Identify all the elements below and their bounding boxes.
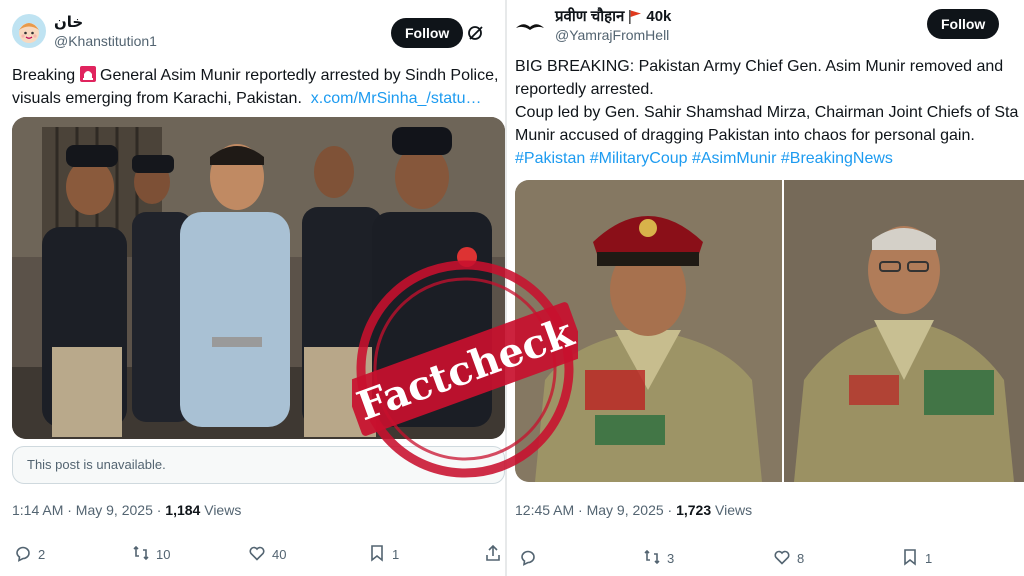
action-bar: 3 8 1 [519,548,1014,570]
repost-button[interactable]: 10 [132,544,170,565]
reply-icon [14,544,32,565]
display-name[interactable]: प्रवीण चौहान [555,8,624,26]
reply-button[interactable]: 2 [14,544,45,565]
follow-button[interactable]: Follow [391,18,464,48]
tweet-meta: 12:45 AM · May 9, 2025 · 1,723 Views [515,502,752,518]
bookmark-icon [368,544,386,565]
bookmark-count: 1 [392,547,400,562]
share-icon [484,544,502,565]
text-line: Coup led by Gen. Sahir Shamshad Mirza, C… [515,104,1019,121]
avatar[interactable] [513,10,547,44]
like-icon [248,544,266,565]
follow-button[interactable]: Follow [927,9,1000,39]
display-name[interactable]: خان [54,14,157,32]
like-button[interactable]: 40 [248,544,286,565]
like-icon [773,548,791,569]
share-button[interactable] [484,544,502,565]
siren-icon [79,66,96,82]
text-line: BIG BREAKING: Pakistan Army Chief Gen. A… [515,58,1004,75]
tweet-text: Breaking General Asim Munir reportedly a… [12,64,499,110]
flag-icon [628,9,642,25]
tweet-link[interactable]: x.com/MrSinha_/statu… [311,90,482,107]
handle[interactable]: @YamrajFromHell [555,26,671,44]
factcheck-stamp: Factcheck [344,256,586,482]
repost-button[interactable]: 3 [643,548,674,569]
reply-button[interactable] [519,548,537,569]
text-line: reportedly arrested. [515,81,654,98]
like-button[interactable]: 8 [773,548,804,569]
right-tweet-header: प्रवीण चौहान 40k @YamrajFromHell Follow [513,6,1016,52]
text-part: Breaking [12,67,80,84]
views-label: Views [711,502,753,518]
text-line: Munir accused of dragging Pakistan into … [515,127,975,144]
hashtags[interactable]: #Pakistan #MilitaryCoup #AsimMunir #Brea… [515,147,1024,170]
name-block: خان @Khanstitution1 [54,14,157,50]
timestamp[interactable]: 1:14 AM · May 9, 2025 · [12,502,165,518]
bookmark-count: 1 [925,551,933,566]
bookmark-button[interactable]: 1 [368,544,399,565]
left-tweet-header: خان @Khanstitution1 Follow [12,6,493,52]
like-count: 8 [797,551,805,566]
repost-icon [132,544,150,565]
cjcsc-portrait[interactable] [784,180,1024,482]
repost-count: 10 [156,547,171,562]
repost-icon [643,548,661,569]
tweet-meta: 1:14 AM · May 9, 2025 · 1,184 Views [12,502,241,518]
text-part: visuals emerging from Karachi, Pakistan. [12,90,302,107]
repost-count: 3 [667,551,675,566]
tweet-text: BIG BREAKING: Pakistan Army Chief Gen. A… [515,55,1024,170]
timestamp[interactable]: 12:45 AM · May 9, 2025 · [515,502,676,518]
avatar[interactable] [12,14,46,48]
like-count: 40 [272,547,287,562]
text-part: General Asim Munir reportedly arrested b… [95,67,499,84]
views-label: Views [200,502,242,518]
reply-count: 2 [38,547,46,562]
name-block: प्रवीण चौहान 40k @YamrajFromHell [555,8,671,44]
reply-icon [519,548,537,569]
display-name-row: प्रवीण चौहान 40k [555,8,671,26]
bookmark-button[interactable]: 1 [901,548,932,569]
bookmark-icon [901,548,919,569]
views-count: 1,184 [165,502,201,518]
right-tweet: प्रवीण चौहान 40k @YamrajFromHell Follow … [507,0,1024,576]
grok-icon[interactable] [467,24,485,42]
views-count: 1,723 [676,502,712,518]
action-bar: 2 10 40 1 [14,544,500,566]
handle[interactable]: @Khanstitution1 [54,32,157,50]
flag-count: 40k [646,8,672,25]
